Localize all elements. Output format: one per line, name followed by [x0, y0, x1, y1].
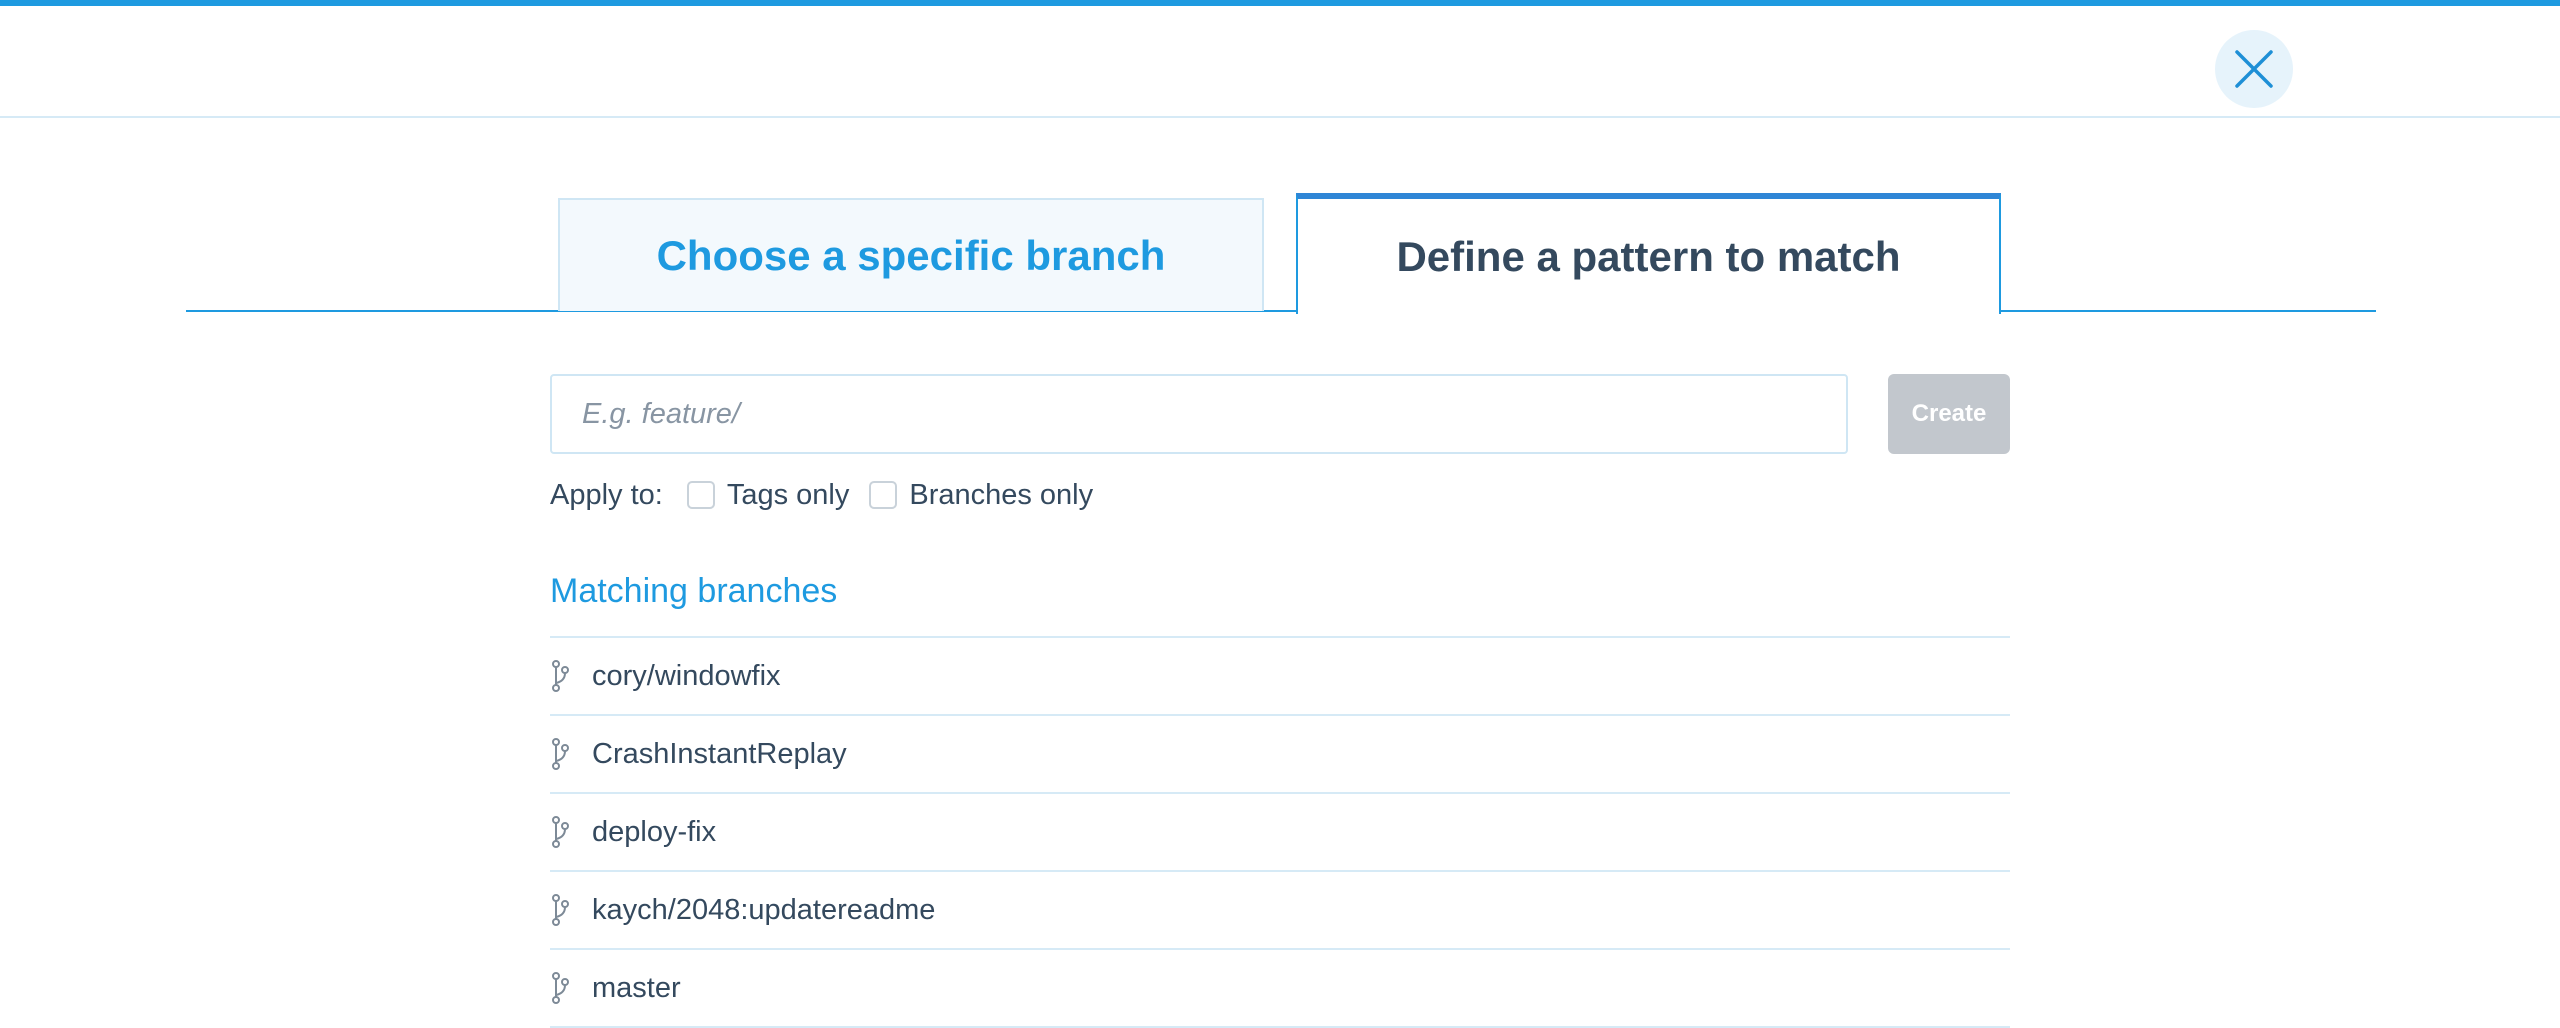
- branch-name: kaych/2048:updatereadme: [592, 893, 936, 926]
- tab-label: Choose a specific branch: [656, 231, 1166, 279]
- list-item: CrashInstantReplay: [550, 716, 2010, 794]
- list-item: cory/windowfix: [550, 638, 2010, 716]
- apply-to-row: Apply to: Tags only Branches only: [550, 474, 1113, 516]
- list-item: kaych/2048:updatereadme: [550, 872, 2010, 950]
- branch-name: CrashInstantReplay: [592, 737, 847, 770]
- tags-only-option[interactable]: Tags only: [686, 478, 850, 512]
- dialog-header: [0, 6, 2560, 118]
- close-icon: [2235, 50, 2273, 88]
- list-item: master: [550, 950, 2010, 1028]
- branches-only-label: Branches only: [909, 478, 1094, 511]
- branch-name: master: [592, 971, 681, 1004]
- branches-only-checkbox[interactable]: [869, 481, 898, 509]
- tags-only-checkbox[interactable]: [686, 481, 715, 509]
- tab-choose-specific-branch[interactable]: Choose a specific branch: [558, 198, 1264, 311]
- branch-name: cory/windowfix: [592, 659, 781, 692]
- branch-name: deploy-fix: [592, 815, 717, 848]
- create-button[interactable]: Create: [1888, 374, 2010, 454]
- tab-label: Define a pattern to match: [1396, 232, 1901, 280]
- close-button[interactable]: [2215, 30, 2293, 108]
- matching-branches-title: Matching branches: [550, 572, 838, 610]
- tabs-underline: [186, 310, 2376, 312]
- branch-icon: [550, 971, 572, 1005]
- tags-only-label: Tags only: [726, 478, 850, 511]
- branch-icon: [550, 737, 572, 771]
- pattern-input[interactable]: [550, 374, 1848, 454]
- branch-icon: [550, 893, 572, 927]
- list-item: deploy-fix: [550, 794, 2010, 872]
- branches-only-option[interactable]: Branches only: [869, 479, 1093, 512]
- branch-icon: [550, 815, 572, 849]
- apply-to-label: Apply to:: [550, 478, 663, 511]
- branch-list: cory/windowfix CrashInstantReplay deploy…: [550, 636, 2010, 1028]
- branch-icon: [550, 659, 572, 693]
- tab-define-pattern[interactable]: Define a pattern to match: [1296, 193, 2001, 314]
